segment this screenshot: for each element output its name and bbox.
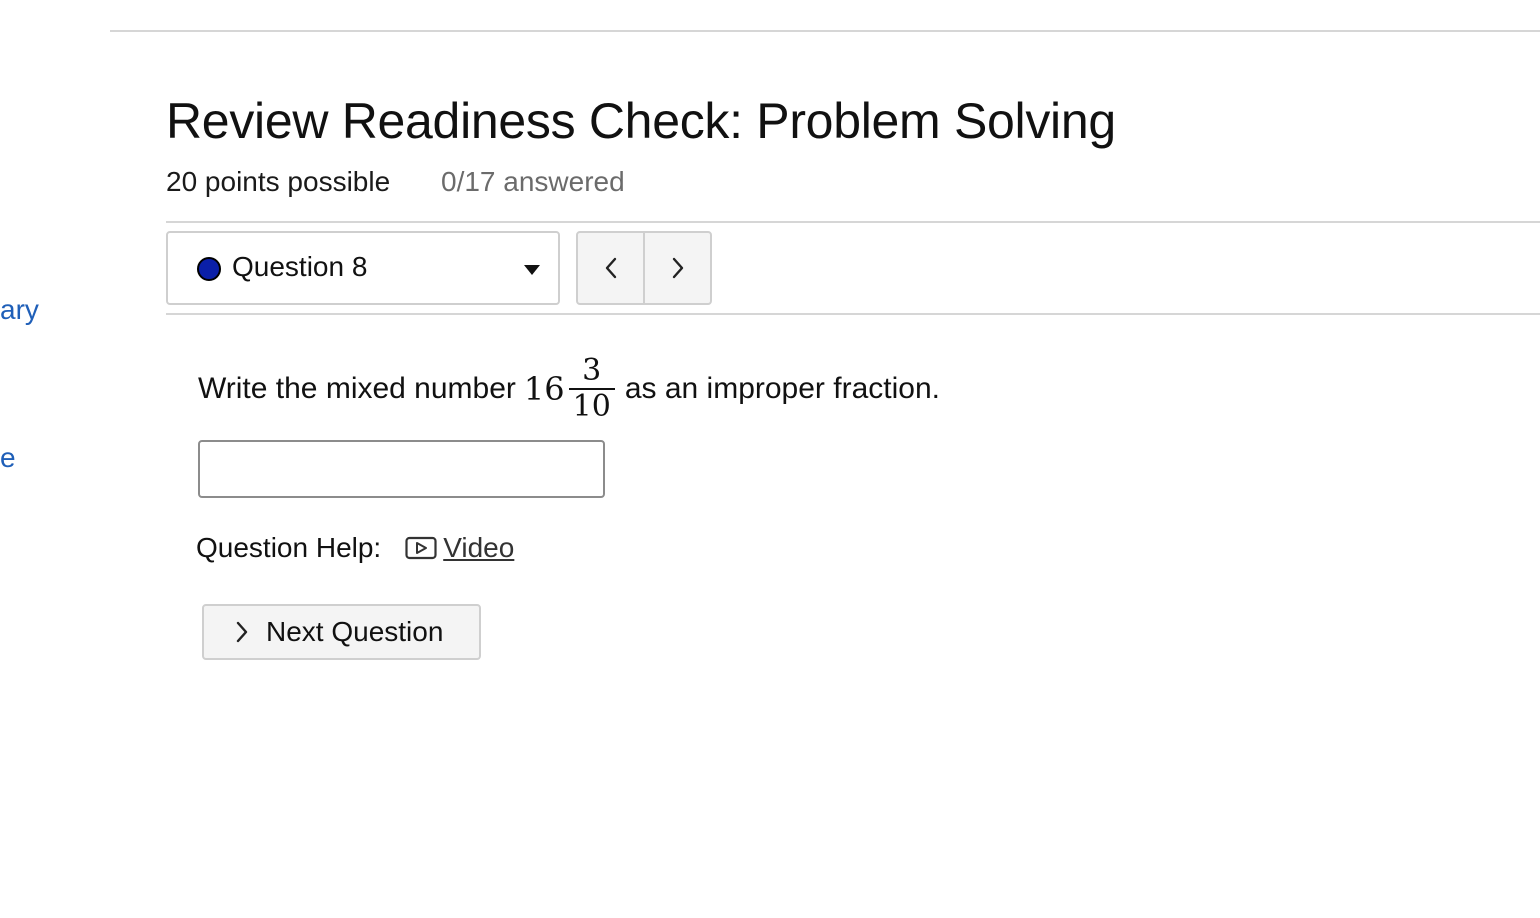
page: ary e Review Readiness Check: Problem So… bbox=[0, 0, 1540, 918]
next-question-button[interactable]: Next Question bbox=[202, 604, 481, 660]
question-help-label: Question Help: bbox=[196, 532, 382, 563]
chevron-right-icon bbox=[236, 621, 248, 643]
mixed-number: 16 3 10 bbox=[523, 352, 615, 425]
chevron-left-icon bbox=[605, 257, 616, 279]
caret-down-icon bbox=[524, 265, 540, 275]
sidebar-link-partial-2[interactable]: e bbox=[0, 442, 16, 474]
question-status-dot bbox=[197, 257, 221, 281]
chevron-right-icon bbox=[672, 257, 683, 279]
next-question-nav-button[interactable] bbox=[645, 233, 710, 303]
question-selector-label: Question 8 bbox=[232, 251, 368, 282]
answered-count: 0/17 answered bbox=[441, 166, 625, 197]
question-text: Write the mixed number 16 3 10 as an imp… bbox=[198, 344, 940, 434]
video-help-link[interactable]: Video bbox=[405, 532, 514, 564]
mixed-number-fraction: 3 10 bbox=[568, 352, 615, 425]
play-video-icon bbox=[405, 536, 437, 560]
question-selector-dropdown[interactable]: Question 8 bbox=[166, 231, 560, 305]
fraction-denominator: 10 bbox=[568, 388, 615, 425]
answer-input[interactable] bbox=[198, 440, 605, 498]
previous-question-button[interactable] bbox=[578, 233, 645, 303]
points-possible: 20 points possible bbox=[166, 166, 391, 197]
nav-divider bbox=[166, 313, 1540, 315]
question-prefix: Write the mixed number bbox=[198, 372, 516, 405]
next-question-label: Next Question bbox=[266, 616, 444, 647]
fraction-numerator: 3 bbox=[582, 352, 602, 388]
page-title: Review Readiness Check: Problem Solving bbox=[166, 93, 1116, 149]
sidebar-link-partial-1[interactable]: ary bbox=[0, 294, 39, 326]
question-nav-group bbox=[576, 231, 712, 305]
top-divider bbox=[110, 30, 1540, 32]
question-help: Question Help: Video bbox=[196, 532, 514, 564]
header-divider bbox=[166, 221, 1540, 223]
video-link-label: Video bbox=[443, 532, 515, 563]
question-suffix: as an improper fraction. bbox=[624, 372, 940, 405]
mixed-number-whole: 16 bbox=[523, 370, 565, 408]
